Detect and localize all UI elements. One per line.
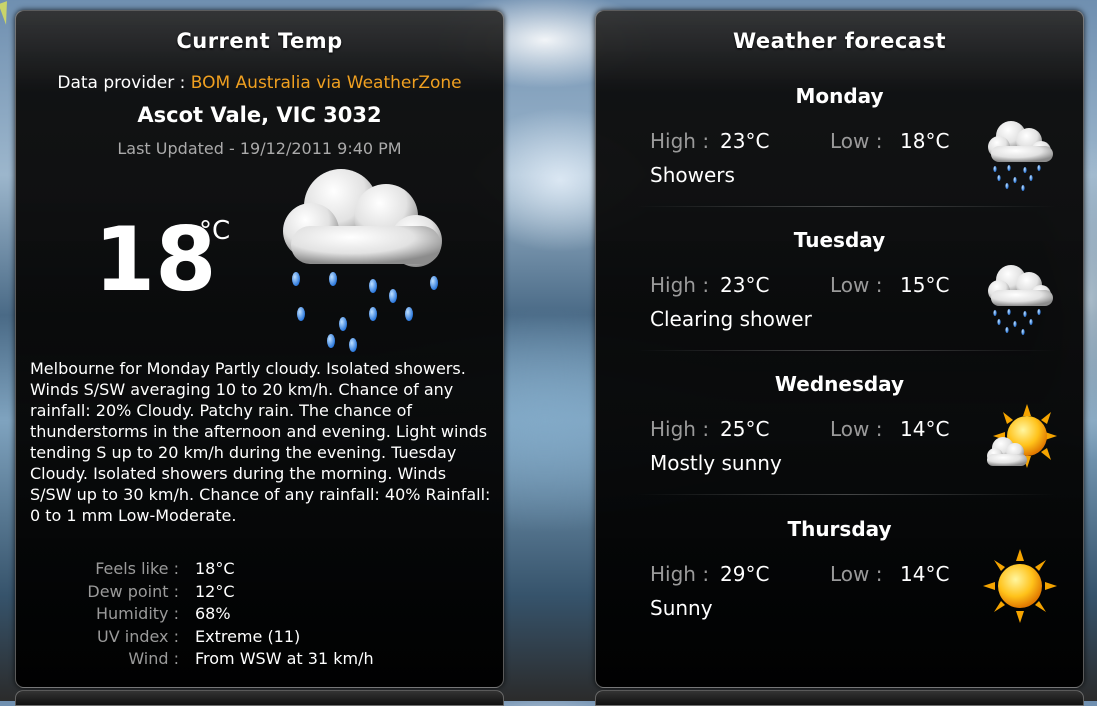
- forecast-description: Melbourne for Monday Partly cloudy. Isol…: [30, 359, 491, 525]
- high-label: High :: [650, 417, 710, 441]
- detail-label: UV index :: [97, 626, 179, 646]
- showers-icon: [988, 121, 1053, 191]
- high-value: 29°C: [720, 562, 770, 586]
- temperature-unit: °C: [199, 216, 231, 246]
- weather-details: Feels like : 18°C Dew point : 12°C Humid…: [16, 559, 503, 672]
- mouse-cursor-icon: [0, 1, 15, 25]
- forecast-day-monday: Monday High : 23°C Low : 18°C Showers: [596, 84, 1083, 229]
- low-value: 15°C: [900, 273, 950, 297]
- high-value: 23°C: [720, 273, 770, 297]
- detail-row-feels-like: Feels like : 18°C: [16, 559, 503, 582]
- low-label: Low :: [830, 417, 883, 441]
- location-title: Ascot Vale, VIC 3032: [137, 103, 382, 127]
- forecast-day-thursday: Thursday High : 29°C Low : 14°C Sunny: [596, 517, 1083, 662]
- detail-row-dew-point: Dew point : 12°C: [16, 582, 503, 605]
- detail-row-wind: Wind : From WSW at 31 km/h: [16, 649, 503, 672]
- low-label: Low :: [830, 129, 883, 153]
- high-label: High :: [650, 562, 710, 586]
- high-value: 23°C: [720, 129, 770, 153]
- day-separator: [636, 206, 1056, 207]
- mostly-sunny-icon: [987, 404, 1057, 468]
- low-label: Low :: [830, 273, 883, 297]
- rain-cloud-icon: [283, 169, 442, 352]
- weather-forecast-panel: Weather forecast Monday High : 23°C Low …: [595, 10, 1084, 688]
- panel-title: Weather forecast: [732, 29, 947, 53]
- high-label: High :: [650, 129, 710, 153]
- low-value: 14°C: [900, 417, 950, 441]
- last-updated: Last Updated - 19/12/2011 9:40 PM: [117, 139, 402, 158]
- provider-label: Data provider :: [57, 73, 191, 93]
- detail-value: From WSW at 31 km/h: [195, 649, 374, 668]
- low-value: 18°C: [900, 129, 950, 153]
- detail-value: Extreme (11): [195, 626, 301, 646]
- panel-title: Current Temp: [176, 29, 343, 53]
- detail-label: Wind :: [128, 649, 179, 668]
- detail-label: Dew point :: [87, 581, 179, 601]
- low-label: Low :: [830, 562, 883, 586]
- day-separator: [636, 350, 1056, 351]
- day-name: Wednesday: [774, 372, 905, 396]
- low-value: 14°C: [900, 562, 950, 586]
- detail-row-uv-index: UV index : Extreme (11): [16, 627, 503, 650]
- bottom-panel-left: [15, 690, 504, 706]
- detail-value: 12°C: [195, 581, 235, 601]
- detail-label: Humidity :: [95, 604, 179, 623]
- detail-value: 18°C: [195, 559, 235, 578]
- sunny-icon: [983, 549, 1057, 623]
- data-provider: Data provider : BOM Australia via Weathe…: [16, 73, 503, 93]
- day-name: Thursday: [787, 517, 892, 541]
- high-value: 25°C: [720, 417, 770, 441]
- detail-label: Feels like :: [95, 559, 179, 578]
- provider-link[interactable]: BOM Australia via WeatherZone: [191, 73, 462, 93]
- bottom-panel-right: [595, 690, 1084, 706]
- condition: Showers: [650, 163, 735, 187]
- forecast-day-tuesday: Tuesday High : 23°C Low : 15°C Clearing …: [596, 228, 1083, 373]
- condition: Mostly sunny: [650, 451, 782, 475]
- current-temp-panel: Current Temp Data provider : BOM Austral…: [15, 10, 504, 688]
- showers-icon: [988, 265, 1053, 335]
- detail-row-humidity: Humidity : 68%: [16, 604, 503, 627]
- detail-value: 68%: [195, 604, 231, 623]
- condition: Clearing shower: [650, 307, 812, 331]
- day-name: Tuesday: [793, 228, 886, 252]
- high-label: High :: [650, 273, 710, 297]
- day-separator: [636, 494, 1056, 495]
- condition: Sunny: [650, 596, 713, 620]
- forecast-day-wednesday: Wednesday High : 25°C Low : 14°C Mostly …: [596, 372, 1083, 517]
- day-name: Monday: [795, 84, 884, 108]
